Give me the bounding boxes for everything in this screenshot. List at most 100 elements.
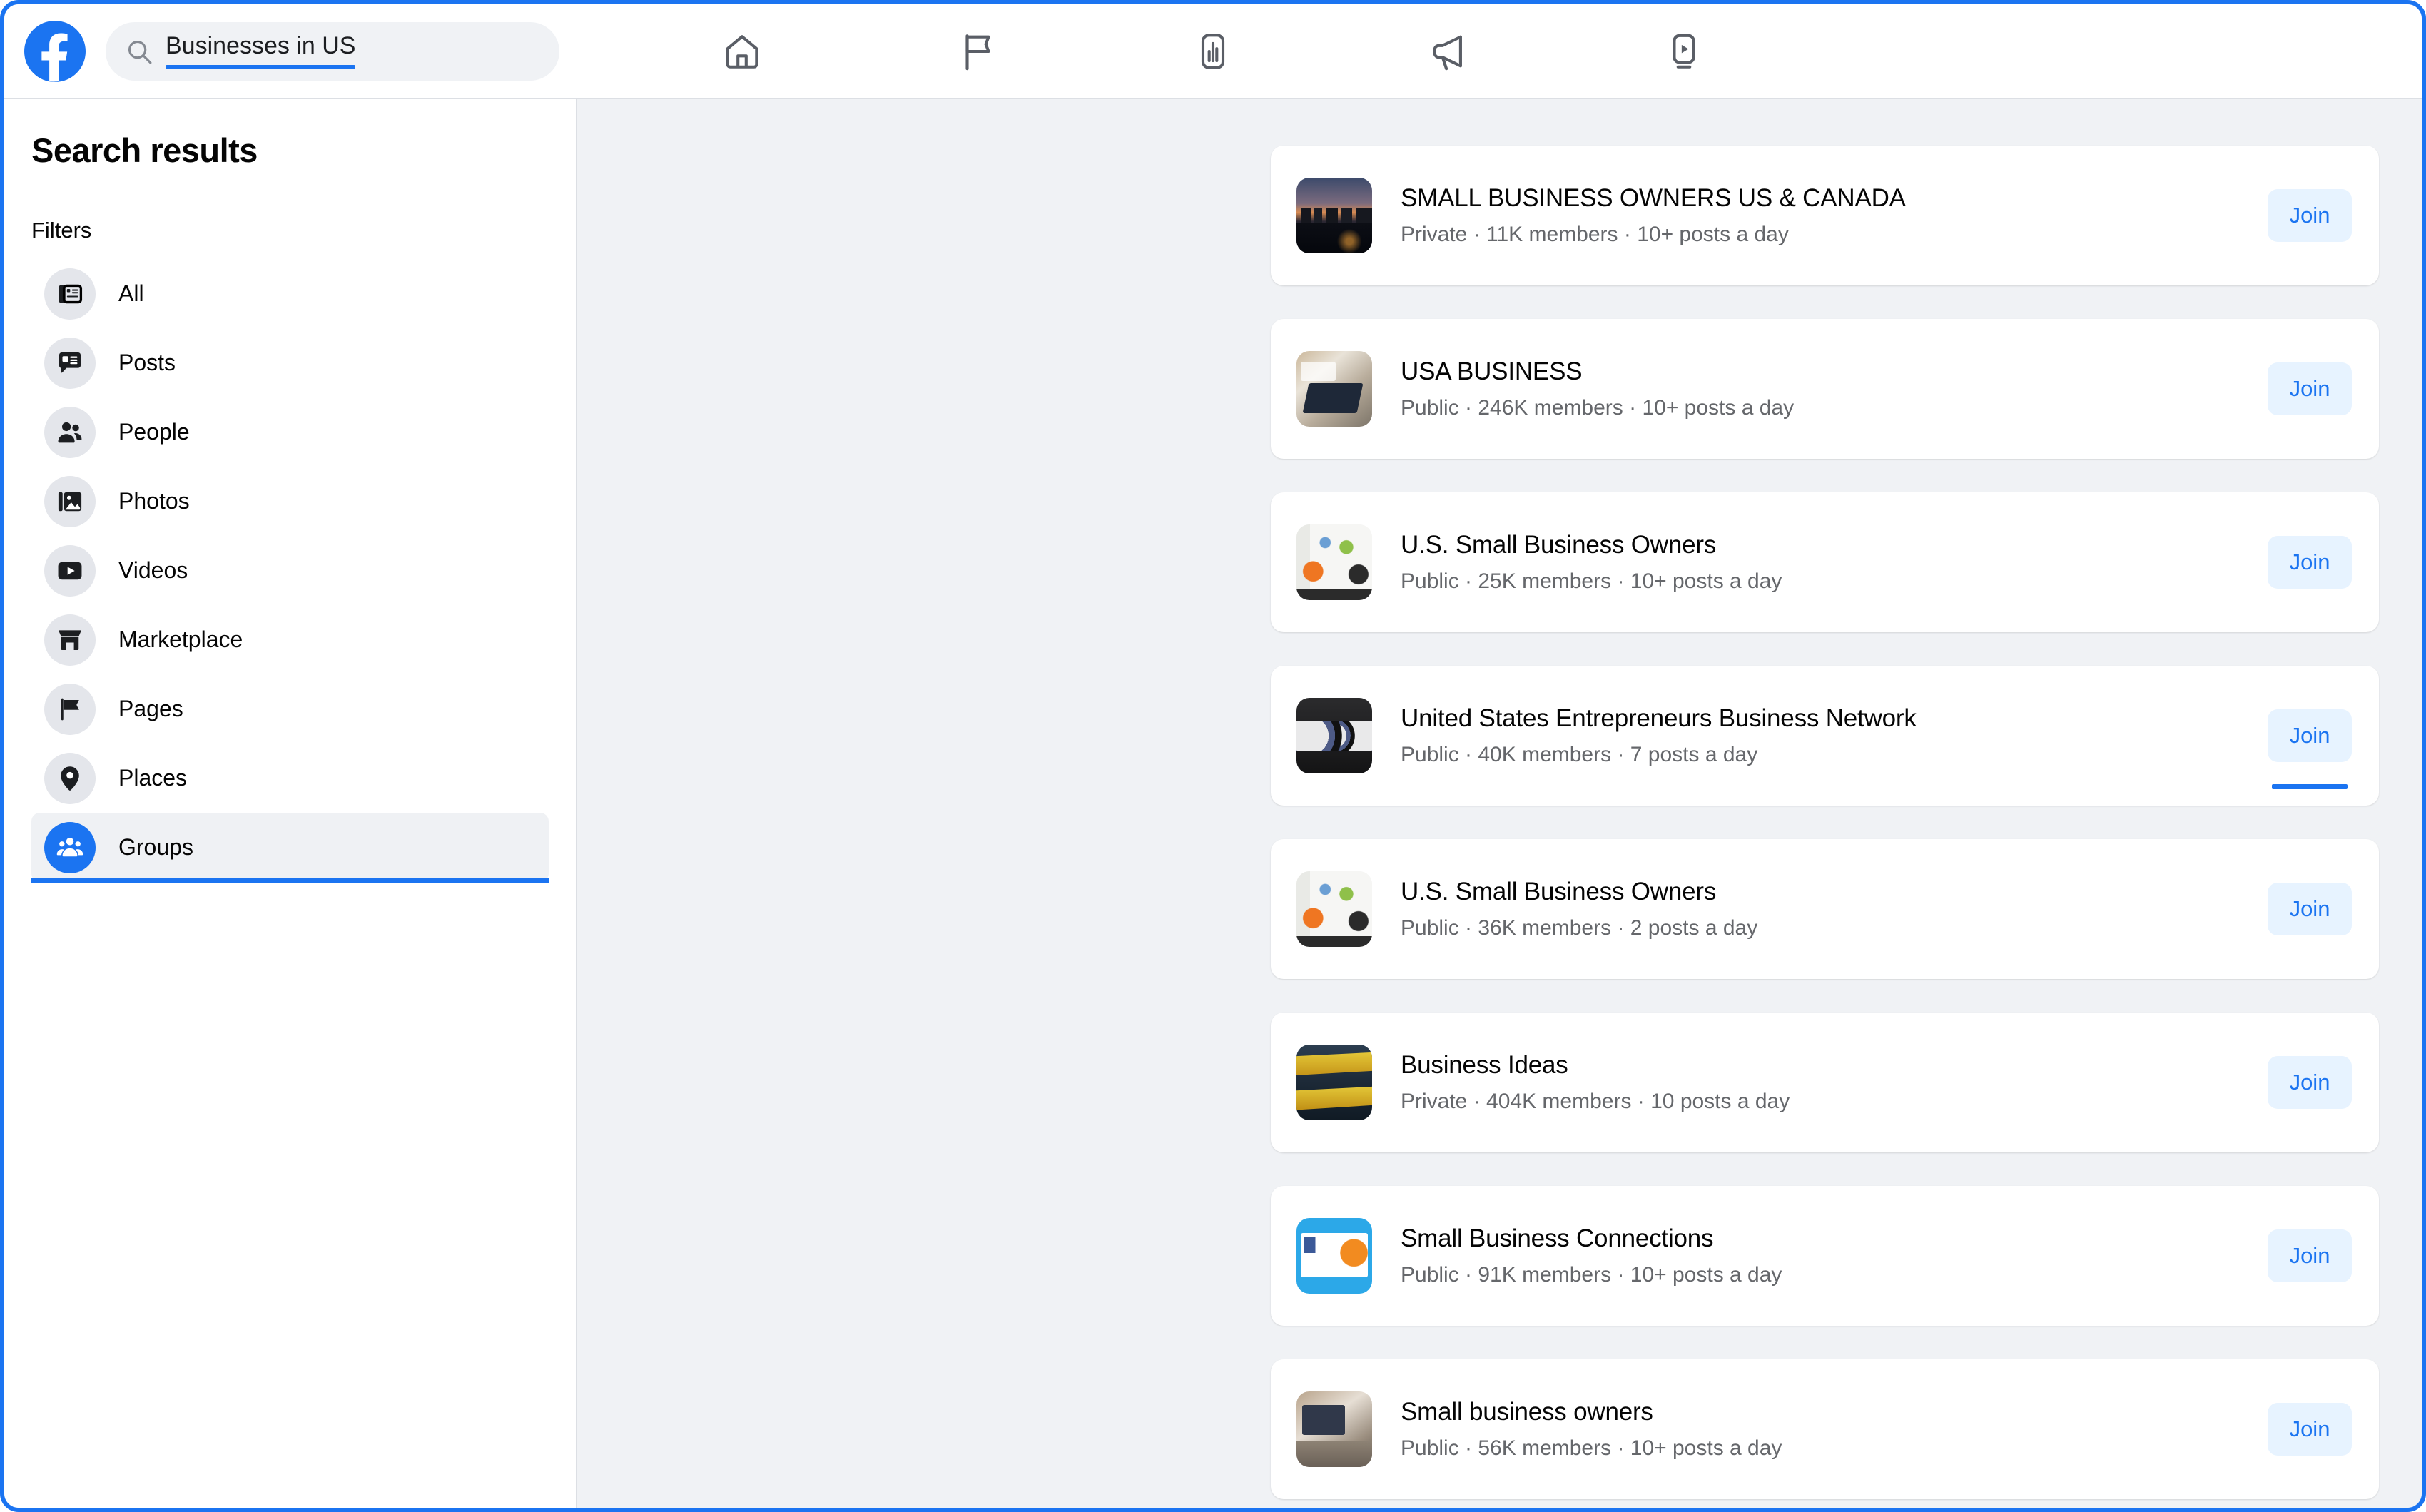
sidebar-item-pages[interactable]: Pages bbox=[31, 674, 549, 744]
search-focus-underline bbox=[166, 64, 355, 69]
join-button-wrapper: Join bbox=[2268, 1403, 2352, 1456]
join-button-wrapper: Join bbox=[2268, 1056, 2352, 1109]
group-info: Small Business Connections Public · 91K m… bbox=[1401, 1224, 2268, 1289]
search-box[interactable]: Businesses in US bbox=[106, 22, 559, 81]
group-info: Small business owners Public · 56K member… bbox=[1401, 1397, 2268, 1462]
group-result-card[interactable]: Business Ideas Private · 404K members · 1… bbox=[1271, 1013, 2379, 1152]
group-avatar[interactable] bbox=[1296, 351, 1372, 427]
nav-marketplace-button[interactable] bbox=[1184, 23, 1242, 80]
browser-window: Businesses in US Search results Filters … bbox=[0, 0, 2426, 1512]
group-result-card[interactable]: U.S. Small Business Owners Public · 36K m… bbox=[1271, 839, 2379, 979]
filters-heading: Filters bbox=[31, 218, 92, 243]
group-avatar[interactable] bbox=[1296, 1045, 1372, 1120]
sidebar-item-label: All bbox=[118, 280, 144, 306]
sidebar-item-all[interactable]: All bbox=[31, 259, 549, 328]
group-name[interactable]: U.S. Small Business Owners bbox=[1401, 877, 2268, 908]
join-button-wrapper: Join bbox=[2268, 709, 2352, 789]
video-watch-icon bbox=[1673, 34, 1695, 69]
search-icon bbox=[128, 40, 152, 64]
videos-icon bbox=[44, 544, 96, 597]
sidebar-item-marketplace[interactable]: Marketplace bbox=[31, 605, 549, 674]
sidebar-item-label: Posts bbox=[118, 350, 176, 375]
sidebar-item-label: Places bbox=[118, 765, 188, 791]
nav-watch-button[interactable] bbox=[1655, 23, 1712, 80]
group-name[interactable]: USA BUSINESS bbox=[1401, 357, 2268, 387]
join-button[interactable]: Join bbox=[2268, 709, 2352, 762]
join-button-wrapper: Join bbox=[2268, 362, 2352, 415]
group-meta: Public · 40K members · 7 posts a day bbox=[1401, 743, 1758, 767]
group-result-card[interactable]: Small Business Connections Public · 91K m… bbox=[1271, 1186, 2379, 1326]
join-button-wrapper: Join bbox=[2268, 536, 2352, 589]
group-avatar[interactable] bbox=[1296, 1218, 1372, 1294]
group-info: United States Entrepreneurs Business Net… bbox=[1401, 704, 2268, 768]
sidebar-item-groups[interactable]: Groups bbox=[31, 813, 549, 883]
join-button[interactable]: Join bbox=[2268, 1403, 2352, 1456]
group-result-card[interactable]: USA BUSINESS Public · 246K members · 10+ … bbox=[1271, 319, 2379, 459]
group-meta: Public · 246K members · 10+ posts a day bbox=[1401, 396, 1795, 420]
group-result-card[interactable]: United States Entrepreneurs Business Net… bbox=[1271, 666, 2379, 806]
sidebar-item-videos[interactable]: Videos bbox=[31, 536, 549, 605]
group-avatar[interactable] bbox=[1296, 698, 1372, 773]
group-info: U.S. Small Business Owners Public · 36K m… bbox=[1401, 877, 2268, 942]
group-meta: Public · 25K members · 10+ posts a day bbox=[1401, 569, 1782, 594]
sidebar-item-people[interactable]: People bbox=[31, 397, 549, 467]
join-button[interactable]: Join bbox=[2268, 1229, 2352, 1282]
sidebar-item-label: Photos bbox=[118, 488, 190, 514]
group-meta: Public · 36K members · 2 posts a day bbox=[1401, 916, 1758, 940]
group-result-card[interactable]: SMALL BUSINESS OWNERS US & CANADA Private… bbox=[1271, 146, 2379, 285]
all-results-icon bbox=[44, 268, 96, 320]
top-header-bar: Businesses in US bbox=[4, 4, 2422, 99]
join-button-wrapper: Join bbox=[2268, 1229, 2352, 1282]
facebook-logo-icon[interactable] bbox=[24, 21, 86, 82]
posts-icon bbox=[44, 337, 96, 389]
nav-ads-button[interactable] bbox=[1420, 23, 1477, 80]
join-button-wrapper: Join bbox=[2268, 189, 2352, 242]
group-result-card[interactable]: U.S. Small Business Owners Public · 25K m… bbox=[1271, 492, 2379, 632]
sidebar-item-label: Videos bbox=[118, 557, 188, 583]
people-icon bbox=[44, 406, 96, 458]
sidebar-item-photos[interactable]: Photos bbox=[31, 467, 549, 536]
nav-home-button[interactable] bbox=[714, 23, 771, 80]
group-avatar[interactable] bbox=[1296, 871, 1372, 947]
sidebar-item-posts[interactable]: Posts bbox=[31, 328, 549, 397]
group-info: U.S. Small Business Owners Public · 25K m… bbox=[1401, 530, 2268, 595]
group-info: SMALL BUSINESS OWNERS US & CANADA Private… bbox=[1401, 183, 2268, 248]
group-name[interactable]: United States Entrepreneurs Business Net… bbox=[1401, 704, 2268, 734]
group-meta: Public · 91K members · 10+ posts a day bbox=[1401, 1263, 1782, 1287]
sidebar-item-places[interactable]: Places bbox=[31, 744, 549, 813]
sidebar-item-label: People bbox=[118, 419, 190, 445]
search-filters-sidebar: Search results Filters All Posts People Pho… bbox=[4, 99, 577, 1508]
group-avatar[interactable] bbox=[1296, 524, 1372, 600]
join-button[interactable]: Join bbox=[2268, 1056, 2352, 1109]
group-info: USA BUSINESS Public · 246K members · 10+ … bbox=[1401, 357, 2268, 422]
join-button[interactable]: Join bbox=[2268, 189, 2352, 242]
group-name[interactable]: Small business owners bbox=[1401, 1397, 2268, 1428]
join-button[interactable]: Join bbox=[2268, 536, 2352, 589]
group-name[interactable]: Business Ideas bbox=[1401, 1050, 2268, 1081]
groups-icon bbox=[44, 821, 96, 873]
marketplace-store-icon bbox=[44, 614, 96, 666]
page-title: Search results bbox=[31, 131, 258, 169]
nav-pages-button[interactable] bbox=[949, 23, 1006, 80]
search-results-main: SMALL BUSINESS OWNERS US & CANADA Private… bbox=[577, 99, 2422, 1508]
pages-flag-icon bbox=[44, 683, 96, 735]
megaphone-ads-icon bbox=[1433, 35, 1462, 71]
search-input[interactable]: Businesses in US bbox=[166, 33, 355, 59]
group-avatar[interactable] bbox=[1296, 178, 1372, 253]
group-results-list: SMALL BUSINESS OWNERS US & CANADA Private… bbox=[1271, 99, 2379, 1499]
sidebar-item-label: Groups bbox=[118, 834, 193, 860]
photos-icon bbox=[44, 475, 96, 527]
places-pin-icon bbox=[44, 752, 96, 804]
search-input-wrapper[interactable]: Businesses in US bbox=[166, 33, 355, 69]
group-name[interactable]: Small Business Connections bbox=[1401, 1224, 2268, 1254]
join-button-wrapper: Join bbox=[2268, 883, 2352, 935]
join-button[interactable]: Join bbox=[2268, 362, 2352, 415]
group-name[interactable]: SMALL BUSINESS OWNERS US & CANADA bbox=[1401, 183, 2268, 214]
group-meta: Private · 11K members · 10+ posts a day bbox=[1401, 223, 1789, 247]
home-icon bbox=[726, 35, 758, 69]
group-meta: Private · 404K members · 10 posts a day bbox=[1401, 1090, 1790, 1114]
join-button[interactable]: Join bbox=[2268, 883, 2352, 935]
group-result-card[interactable]: Small business owners Public · 56K member… bbox=[1271, 1359, 2379, 1499]
group-avatar[interactable] bbox=[1296, 1391, 1372, 1467]
group-name[interactable]: U.S. Small Business Owners bbox=[1401, 530, 2268, 561]
